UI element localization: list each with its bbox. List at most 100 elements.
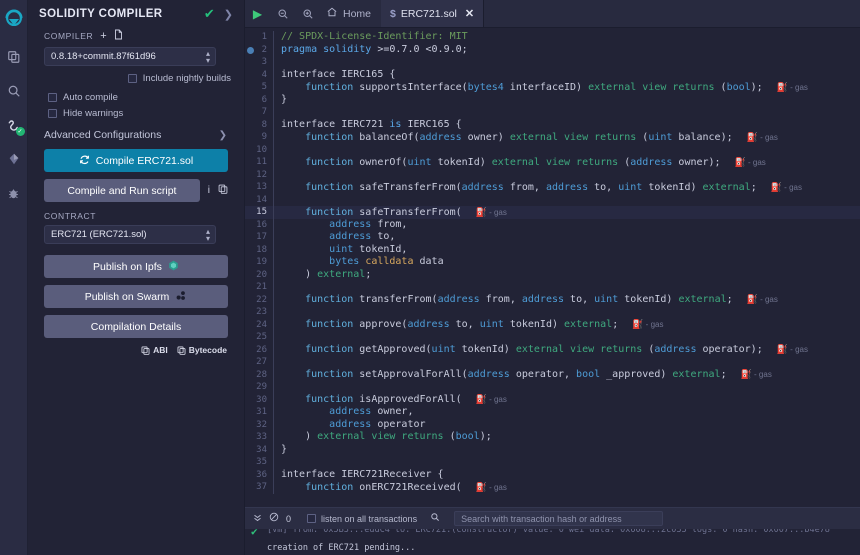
line-number: 16 (256, 219, 267, 230)
terminal-search-input[interactable]: Search with transaction hash or address (454, 511, 664, 526)
sidebar-item-deploy-run[interactable] (0, 142, 28, 176)
sidebar-item-file-explorer[interactable] (0, 40, 28, 74)
code-line[interactable]: 4 interface IERC165 { (245, 68, 860, 81)
code-editor[interactable]: 1 // SPDX-License-Identifier: MIT 2 pragma … (245, 28, 860, 507)
compile-button[interactable]: Compile ERC721.sol (44, 149, 228, 172)
line-number: 37 (256, 482, 267, 492)
copy-bytecode-button[interactable]: Bytecode (177, 345, 227, 355)
add-compiler-icon[interactable]: + (100, 30, 106, 42)
code-line[interactable]: 13 function safeTransferFrom(address fro… (245, 181, 860, 194)
code-line[interactable]: 2 pragma solidity >=0.7.0 <0.9.0; (245, 43, 860, 57)
publish-on-ipfs-button[interactable]: Publish on Ipfs (44, 255, 228, 278)
compiler-config-file-icon[interactable] (114, 29, 123, 43)
sidebar-item-search[interactable] (0, 74, 28, 108)
terminal-collapse-icon[interactable] (253, 513, 262, 525)
script-copy-icon[interactable] (218, 184, 228, 197)
code-line[interactable]: 18 uint tokenId, (245, 243, 860, 256)
terminal-search-icon[interactable] (430, 512, 440, 525)
code-line[interactable]: 31 address owner, (245, 406, 860, 419)
tab-erc721-sol[interactable]: $ ERC721.sol ✕ (381, 0, 485, 27)
script-info-icon[interactable]: i (208, 185, 210, 196)
compiler-version-select[interactable]: 0.8.18+commit.87f61d96 ▴ ▾ (44, 47, 216, 66)
include-nightly-row[interactable]: Include nightly builds (39, 73, 233, 84)
terminal-output[interactable]: ✔ [vm] from: 0x5B3...eddC4 to: ERC721.(c… (245, 529, 860, 555)
line-number: 26 (256, 344, 267, 355)
advanced-configurations-row[interactable]: Advanced Configurations ❯ (44, 129, 233, 141)
code-line[interactable]: 15 function safeTransferFrom(⛽ - gas (245, 206, 860, 219)
listen-transactions-row[interactable]: listen on all transactions (307, 514, 417, 524)
code-line[interactable]: 19 bytes calldata data (245, 256, 860, 269)
run-script-icon[interactable]: ▶ (245, 0, 270, 27)
line-number: 15 (256, 207, 267, 217)
code-text: address operator (329, 418, 426, 430)
code-line[interactable]: 22 function transferFrom(address from, a… (245, 293, 860, 306)
compile-and-run-script-button[interactable]: Compile and Run script (44, 179, 200, 202)
code-line[interactable]: 37 function onERC721Received(⛽ - gas (245, 481, 860, 494)
line-number: 31 (256, 407, 267, 417)
code-text: address from, (329, 218, 408, 230)
breakpoint-icon[interactable] (247, 46, 254, 54)
code-line[interactable]: 12 (245, 168, 860, 181)
code-line[interactable]: 20 ) external; (245, 268, 860, 281)
listen-transactions-checkbox[interactable] (307, 514, 317, 523)
code-text: // SPDX-License-Identifier: MIT (281, 31, 468, 42)
code-text: bytes calldata data (329, 256, 444, 267)
clear-console-icon[interactable] (269, 512, 279, 525)
include-nightly-checkbox[interactable] (127, 74, 137, 83)
publish-on-swarm-button[interactable]: Publish on Swarm (44, 285, 228, 308)
advanced-chevron-right-icon: ❯ (218, 129, 227, 141)
code-line[interactable]: 36 interface IERC721Receiver { (245, 468, 860, 481)
code-line[interactable]: 35 (245, 456, 860, 469)
gas-estimate-annotation: ⛽ - gas (770, 181, 802, 192)
code-line[interactable]: 33 ) external view returns (bool); (245, 431, 860, 444)
auto-compile-checkbox[interactable] (48, 93, 57, 102)
code-line[interactable]: 26 function getApproved(uint tokenId) ex… (245, 343, 860, 356)
code-line[interactable]: 14 (245, 193, 860, 206)
auto-compile-row[interactable]: Auto compile (48, 92, 233, 103)
code-line[interactable]: 27 (245, 356, 860, 369)
gas-pump-icon: ⛽ (475, 394, 487, 404)
code-line[interactable]: 7 (245, 106, 860, 119)
tab-home[interactable]: Home (320, 0, 381, 27)
code-line[interactable]: 3 (245, 56, 860, 69)
line-number: 5 (261, 82, 267, 92)
hide-warnings-row[interactable]: Hide warnings (48, 108, 233, 119)
contract-select[interactable]: ERC721 (ERC721.sol) ▴ ▾ (44, 225, 216, 244)
line-number: 23 (256, 307, 267, 317)
code-line[interactable]: 5 function supportsInterface(bytes4 inte… (245, 81, 860, 94)
line-number: 30 (256, 394, 267, 405)
publish-swarm-label: Publish on Swarm (84, 290, 170, 303)
code-line[interactable]: 17 address to, (245, 231, 860, 244)
zoom-out-icon[interactable] (270, 0, 295, 27)
code-line[interactable]: 6} (245, 93, 860, 106)
zoom-in-icon[interactable] (295, 0, 320, 27)
code-line[interactable]: 32 address operator (245, 418, 860, 431)
terminal-toolbar: 0 listen on all transactions Search with… (245, 508, 860, 529)
remix-logo-icon[interactable] (0, 4, 28, 34)
sidebar-item-debugger[interactable] (0, 176, 28, 210)
code-line[interactable]: 11 function ownerOf(uint tokenId) extern… (245, 156, 860, 169)
line-number: 2 (245, 44, 273, 57)
code-text: function ownerOf(uint tokenId) external … (305, 156, 766, 168)
code-line[interactable]: 28 function setApprovalForAll(address op… (245, 368, 860, 381)
transaction-log-line[interactable]: [vm] from: 0x5B3...eddC4 to: ERC721.(con… (267, 529, 860, 536)
code-line[interactable]: 1 // SPDX-License-Identifier: MIT (245, 31, 860, 44)
code-line[interactable]: 24 function approve(address to, uint tok… (245, 318, 860, 331)
code-line[interactable]: 8 interface IERC721 is IERC165 { (245, 118, 860, 131)
compiler-version-value: 0.8.18+commit.87f61d96 (51, 51, 156, 62)
code-line[interactable]: 29 (245, 381, 860, 394)
code-line[interactable]: 34} (245, 443, 860, 456)
code-line[interactable]: 23 (245, 306, 860, 319)
code-line[interactable]: 10 (245, 143, 860, 156)
close-icon[interactable]: ✕ (465, 7, 474, 20)
code-line[interactable]: 16 address from, (245, 218, 860, 231)
code-line[interactable]: 21 (245, 281, 860, 294)
code-line[interactable]: 9 function balanceOf(address owner) exte… (245, 131, 860, 144)
panel-collapse-chevron-icon[interactable]: ❯ (224, 8, 233, 21)
hide-warnings-checkbox[interactable] (48, 109, 57, 118)
copy-abi-button[interactable]: ABI (141, 345, 168, 355)
code-line[interactable]: 30 function isApprovedForAll(⛽ - gas (245, 393, 860, 406)
sidebar-item-solidity-compiler[interactable]: ✓ (0, 108, 28, 142)
code-line[interactable]: 25 (245, 331, 860, 344)
compilation-details-button[interactable]: Compilation Details (44, 315, 228, 338)
